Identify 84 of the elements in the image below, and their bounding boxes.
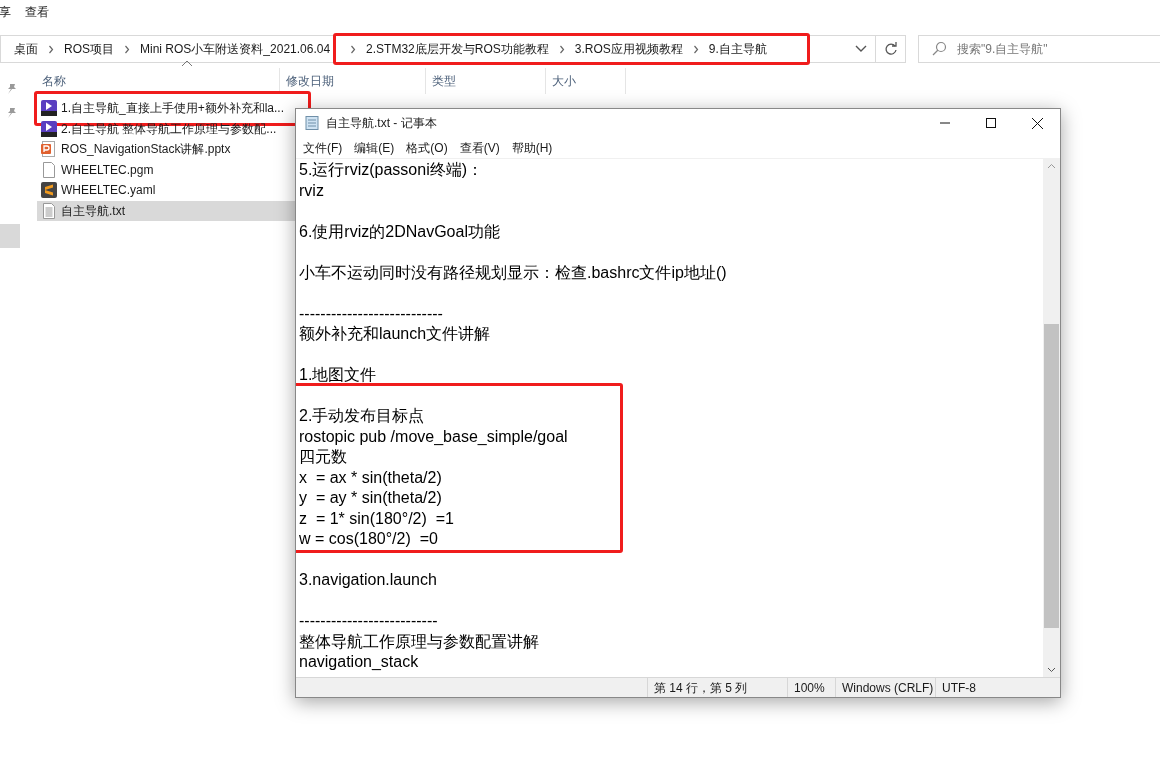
text-line: y = ay * sin(theta/2)	[299, 488, 443, 508]
ribbon-tab[interactable]: 享	[0, 3, 11, 21]
file-row[interactable]: 自主导航.txt	[37, 200, 295, 221]
file-row[interactable]: WHEELTEC.pgm	[37, 159, 295, 180]
video-file-icon	[41, 120, 57, 137]
text-line: 小车不运动同时没有路径规划显示：检查.bashrc文件ip地址()	[299, 262, 728, 283]
file-row[interactable]: 2.自主导航 整体导航工作原理与参数配...	[37, 118, 295, 139]
text-line: 2.手动发布目标点	[299, 406, 426, 426]
chevron-down-icon	[854, 45, 867, 53]
sort-caret-icon	[181, 60, 193, 67]
text-line: 整体导航工作原理与参数配置讲解	[299, 631, 540, 652]
search-icon	[931, 41, 947, 57]
maximize-icon	[986, 118, 996, 128]
column-label: 大小	[552, 73, 576, 90]
chevron-right-icon	[350, 44, 357, 54]
text-line: 3.navigation.launch	[299, 570, 438, 590]
file-name: 1.自主导航_直接上手使用+额外补充和la...	[61, 100, 285, 118]
text-file-icon	[41, 202, 57, 219]
file-name: 自主导航.txt	[61, 202, 125, 220]
slides-file-icon	[41, 141, 57, 158]
text-line: --------------------------	[299, 611, 439, 631]
file-name: 2.自主导航 整体导航工作原理与参数配...	[61, 120, 277, 138]
scrollbar-thumb[interactable]	[1044, 324, 1059, 628]
breadcrumb[interactable]: Mini ROS小车附送资料_2021.06.04	[140, 40, 331, 58]
file-name: WHEELTEC.yaml	[61, 182, 156, 200]
dropdown-button[interactable]	[846, 35, 876, 63]
breadcrumb[interactable]: 3.ROS应用视频教程	[574, 40, 683, 58]
scrollbar[interactable]	[1043, 159, 1060, 677]
search-field[interactable]: 搜索"9.自主导航"	[918, 35, 1160, 63]
breadcrumb[interactable]: 2.STM32底层开发与ROS功能教程	[366, 40, 549, 58]
text-line: 1.地图文件	[299, 365, 378, 385]
column-label: 类型	[432, 73, 456, 90]
column-header[interactable]: 修改日期	[280, 68, 426, 94]
text-line: 额外补充和launch文件讲解	[299, 324, 492, 344]
text-line: 6.使用rviz的2DNavGoal功能	[299, 221, 501, 242]
close-icon	[1031, 117, 1043, 129]
file-row[interactable]: ROS_NavigationStack讲解.pptx	[37, 139, 295, 160]
breadcrumb[interactable]: ROS项目	[64, 40, 114, 58]
text-line: w = cos(180°/2) =0	[299, 529, 439, 549]
breadcrumb[interactable]: 9.自主导航	[708, 40, 767, 58]
notepad-icon	[304, 115, 320, 131]
file-row[interactable]: 1.自主导航_直接上手使用+额外补充和la...	[37, 98, 295, 119]
column-header[interactable]: 大小	[546, 68, 626, 94]
text-line: rviz	[299, 180, 325, 201]
chevron-right-icon	[558, 44, 565, 54]
video-file-icon	[41, 100, 57, 117]
window-title: 自主导航.txt - 记事本	[326, 115, 437, 132]
address-bar[interactable]: 桌面 ROS项目 Mini ROS小车附送资料_2021.06.04 2.STM32底层开发与ROS功能教程 3.ROS应用视频教程 9.自主导航	[0, 35, 846, 63]
menu-item[interactable]: 帮助(H)	[508, 138, 556, 157]
chevron-right-icon	[692, 44, 699, 54]
menu-item[interactable]: 编辑(E)	[351, 138, 398, 157]
text-line: 5.运行rviz(passoni终端)：	[299, 160, 485, 180]
refresh-icon	[883, 42, 898, 56]
text-line: navigation_stack	[299, 652, 420, 672]
code-file-icon	[41, 182, 57, 199]
chevron-right-icon	[124, 44, 130, 54]
file-row[interactable]: WHEELTEC.yaml	[37, 180, 295, 201]
text-line: z = 1* sin(180°/2) =1	[299, 508, 455, 529]
scroll-down-icon[interactable]	[1047, 667, 1056, 673]
text-line: x = ax * sin(theta/2)	[299, 467, 443, 488]
menu-item[interactable]: 文件(F)	[300, 138, 346, 157]
pin-icon[interactable]	[6, 83, 18, 95]
menu-item[interactable]: 查看(V)	[456, 138, 503, 157]
text-line: rostopic pub /move_base_simple/goal	[299, 426, 569, 447]
pin-icon[interactable]	[6, 107, 18, 119]
file-icon	[41, 161, 57, 178]
status-text: Windows (CRLF)	[842, 679, 934, 697]
column-header[interactable]: 类型	[426, 68, 546, 94]
status-text: 100%	[794, 679, 825, 697]
scroll-up-icon[interactable]	[1047, 163, 1056, 169]
column-label: 修改日期	[286, 73, 334, 90]
ribbon-tab[interactable]: 查看	[25, 3, 49, 21]
status-text: 第 14 行，第 5 列	[654, 679, 748, 697]
status-text: UTF-8	[942, 679, 976, 697]
column-label: 名称	[42, 73, 66, 90]
menu-item[interactable]: 格式(O)	[403, 138, 451, 157]
text-line: ---------------------------	[299, 303, 444, 324]
file-name: WHEELTEC.pgm	[61, 161, 154, 179]
column-header[interactable]: 名称	[22, 68, 280, 94]
text-line: 四元数	[299, 447, 348, 467]
chevron-right-icon	[48, 44, 54, 54]
breadcrumb[interactable]: 桌面	[14, 40, 38, 58]
file-name: ROS_NavigationStack讲解.pptx	[61, 141, 231, 159]
refresh-button[interactable]	[876, 35, 906, 63]
